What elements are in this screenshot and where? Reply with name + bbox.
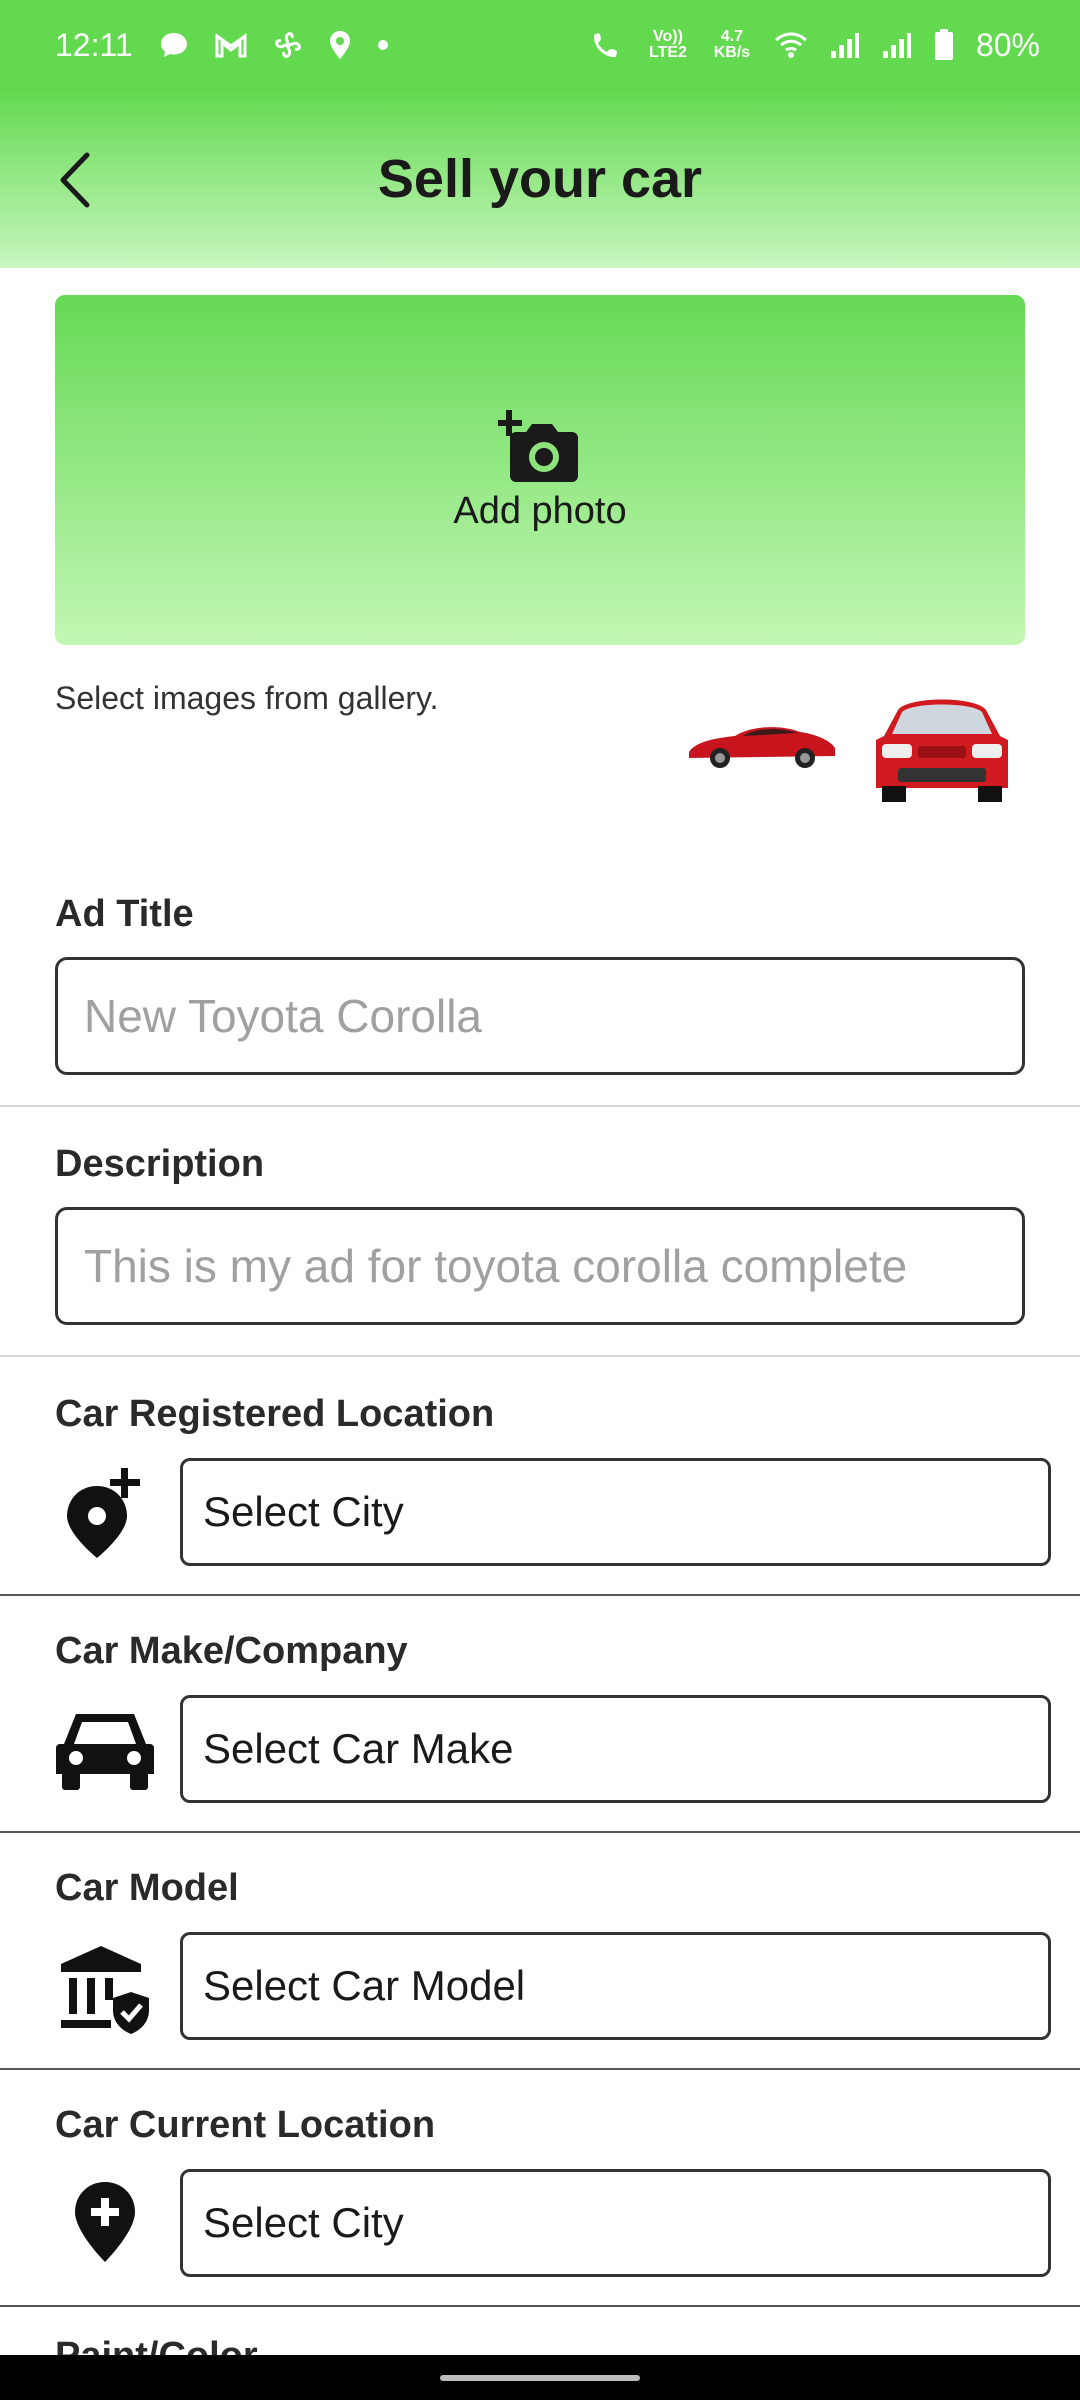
divider [0, 2305, 1080, 2307]
location-icon [329, 30, 351, 60]
location-add-icon [55, 1462, 155, 1562]
gmail-icon [215, 32, 247, 58]
divider [0, 2068, 1080, 2070]
add-camera-icon [498, 409, 578, 482]
location-plus-icon [55, 2172, 155, 2272]
institution-verified-icon [55, 1940, 155, 2040]
net-speed: 4.7 KB/s [713, 28, 751, 61]
registered-location-label: Car Registered Location [55, 1393, 495, 1435]
paint-color-label: Paint/Color [55, 2335, 258, 2357]
system-nav-bar [0, 2355, 1080, 2400]
car-make-select[interactable]: Select Car Make [180, 1695, 1051, 1803]
gallery-hint: Select images from gallery. [55, 680, 439, 716]
status-right: Vo)) LTE2 4.7 KB/s 80% [592, 27, 1040, 64]
car-thumbnail-front[interactable] [868, 688, 1016, 806]
app-bar: Sell your car [0, 90, 1080, 268]
divider [0, 1355, 1080, 1357]
home-gesture-handle[interactable] [440, 2375, 640, 2381]
car-thumbnail-side[interactable] [685, 712, 840, 772]
signal-icon-2 [882, 31, 912, 59]
ad-title-input[interactable]: New Toyota Corolla [55, 957, 1025, 1075]
registered-city-select[interactable]: Select City [180, 1458, 1051, 1566]
divider [0, 1105, 1080, 1107]
current-location-label: Car Current Location [55, 2104, 436, 2146]
car-model-select[interactable]: Select Car Model [180, 1932, 1051, 2040]
wifi-calling-icon [592, 30, 624, 60]
chat-icon [159, 31, 189, 59]
page-title: Sell your car [377, 149, 703, 209]
divider [0, 1594, 1080, 1596]
car-icon [55, 1700, 155, 1800]
description-input[interactable]: This is my ad for toyota corolla complet… [55, 1207, 1025, 1325]
dot-icon [377, 39, 389, 51]
current-city-select[interactable]: Select City [180, 2169, 1051, 2277]
pinwheel-icon [273, 30, 303, 60]
ad-title-label: Ad Title [55, 893, 194, 935]
add-photo-button[interactable]: Add photo [55, 295, 1025, 645]
wifi-icon [774, 31, 808, 59]
description-label: Description [55, 1143, 265, 1185]
status-bar: 12:11 Vo)) LTE2 4.7 KB/s 80% [0, 0, 1080, 90]
car-make-label: Car Make/Company [55, 1630, 408, 1672]
car-model-label: Car Model [55, 1867, 239, 1909]
battery-percent: 80% [975, 26, 1040, 63]
add-photo-label: Add photo [453, 489, 627, 532]
volte-label: Vo)) LTE2 [648, 28, 687, 61]
signal-icon-1 [830, 31, 860, 59]
status-left: 12:11 [55, 27, 389, 64]
battery-icon [934, 29, 954, 61]
divider [0, 1831, 1080, 1833]
status-time: 12:11 [55, 26, 133, 63]
